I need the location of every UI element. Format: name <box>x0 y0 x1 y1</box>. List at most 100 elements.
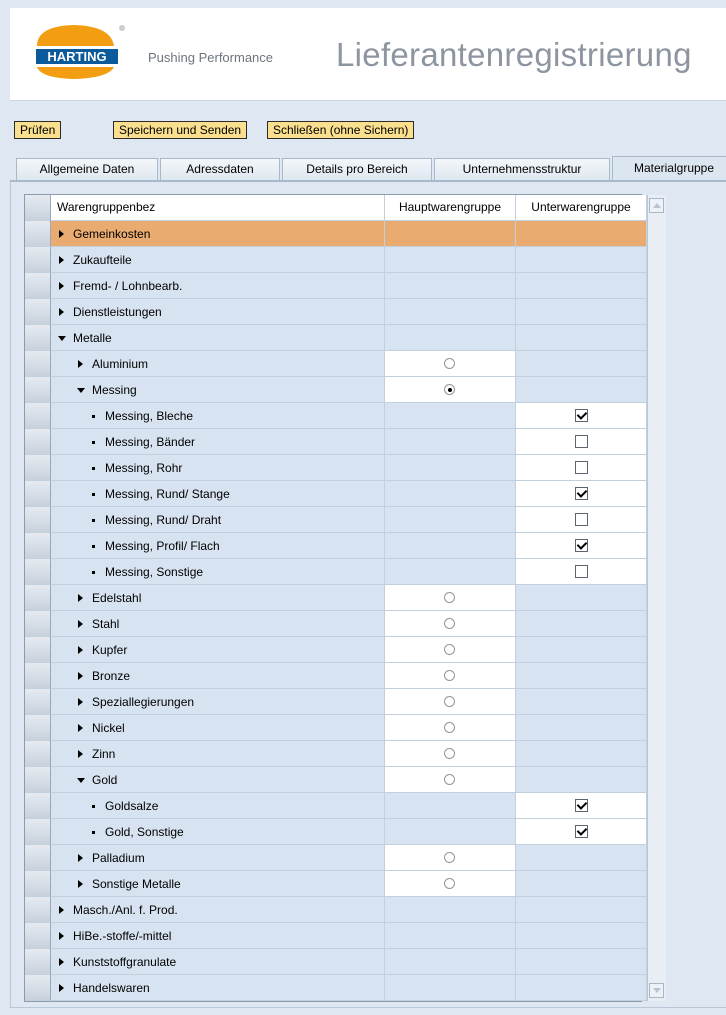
expand-icon[interactable] <box>59 308 64 316</box>
table-row[interactable]: Goldsalze <box>25 793 647 819</box>
row-selector[interactable] <box>25 273 51 299</box>
row-selector[interactable] <box>25 611 51 637</box>
table-row[interactable]: Messing, Profil/ Flach <box>25 533 647 559</box>
row-selector[interactable] <box>25 559 51 585</box>
unterwarengruppe-checkbox[interactable] <box>575 409 588 422</box>
expand-icon[interactable] <box>59 230 64 238</box>
table-row[interactable]: Kunststoffgranulate <box>25 949 647 975</box>
table-row[interactable]: Messing, Rund/ Draht <box>25 507 647 533</box>
unterwarengruppe-checkbox[interactable] <box>575 539 588 552</box>
row-selector[interactable] <box>25 949 51 975</box>
row-selector[interactable] <box>25 403 51 429</box>
row-selector[interactable] <box>25 351 51 377</box>
row-selector[interactable] <box>25 325 51 351</box>
row-selector[interactable] <box>25 871 51 897</box>
header-unterwarengruppe[interactable]: Unterwarengruppe <box>516 195 647 221</box>
expand-icon[interactable] <box>78 854 83 862</box>
table-row[interactable]: Zinn <box>25 741 647 767</box>
vertical-scrollbar[interactable] <box>647 195 666 1001</box>
table-row[interactable]: Handelswaren <box>25 975 647 1001</box>
header-warengruppenbez[interactable]: Warengruppenbez <box>51 195 385 221</box>
table-row[interactable]: Dienstleistungen <box>25 299 647 325</box>
row-selector[interactable] <box>25 975 51 1001</box>
row-selector[interactable] <box>25 793 51 819</box>
unterwarengruppe-checkbox[interactable] <box>575 461 588 474</box>
hauptwarengruppe-radio[interactable] <box>444 878 455 889</box>
expand-icon[interactable] <box>59 958 64 966</box>
tab-material-group[interactable]: Materialgruppe <box>612 156 726 180</box>
table-row[interactable]: Sonstige Metalle <box>25 871 647 897</box>
table-row[interactable]: Gold <box>25 767 647 793</box>
unterwarengruppe-checkbox[interactable] <box>575 513 588 526</box>
tab-general-data[interactable]: Allgemeine Daten <box>16 158 158 180</box>
table-row[interactable]: Fremd- / Lohnbearb. <box>25 273 647 299</box>
row-selector[interactable] <box>25 741 51 767</box>
table-row[interactable]: HiBe.-stoffe/-mittel <box>25 923 647 949</box>
row-selector[interactable] <box>25 533 51 559</box>
expand-icon[interactable] <box>78 594 83 602</box>
table-row[interactable]: Messing, Bänder <box>25 429 647 455</box>
row-selector[interactable] <box>25 429 51 455</box>
hauptwarengruppe-radio[interactable] <box>444 358 455 369</box>
scroll-up-icon[interactable] <box>649 198 664 213</box>
table-row[interactable]: Masch./Anl. f. Prod. <box>25 897 647 923</box>
expand-icon[interactable] <box>59 984 64 992</box>
row-selector[interactable] <box>25 715 51 741</box>
hauptwarengruppe-radio[interactable] <box>444 670 455 681</box>
table-row[interactable]: Bronze <box>25 663 647 689</box>
expand-icon[interactable] <box>78 620 83 628</box>
header-hauptwarengruppe[interactable]: Hauptwarengruppe <box>385 195 516 221</box>
unterwarengruppe-checkbox[interactable] <box>575 825 588 838</box>
table-row[interactable]: Messing, Sonstige <box>25 559 647 585</box>
table-row[interactable]: Metalle <box>25 325 647 351</box>
row-selector[interactable] <box>25 299 51 325</box>
table-row[interactable]: Stahl <box>25 611 647 637</box>
table-row[interactable]: Edelstahl <box>25 585 647 611</box>
row-selector[interactable] <box>25 819 51 845</box>
unterwarengruppe-checkbox[interactable] <box>575 799 588 812</box>
hauptwarengruppe-radio[interactable] <box>444 644 455 655</box>
hauptwarengruppe-radio[interactable] <box>444 852 455 863</box>
table-row[interactable]: Speziallegierungen <box>25 689 647 715</box>
hauptwarengruppe-radio[interactable] <box>444 592 455 603</box>
row-selector[interactable] <box>25 663 51 689</box>
hauptwarengruppe-radio[interactable] <box>444 748 455 759</box>
collapse-icon[interactable] <box>77 388 85 393</box>
table-row[interactable]: Messing, Bleche <box>25 403 647 429</box>
tab-area-details[interactable]: Details pro Bereich <box>282 158 432 180</box>
row-selector[interactable] <box>25 923 51 949</box>
tab-address-data[interactable]: Adressdaten <box>160 158 280 180</box>
row-selector[interactable] <box>25 377 51 403</box>
table-row[interactable]: Palladium <box>25 845 647 871</box>
row-selector[interactable] <box>25 247 51 273</box>
expand-icon[interactable] <box>78 698 83 706</box>
close-without-save-button[interactable]: Schließen (ohne Sichern) <box>267 121 415 139</box>
row-selector[interactable] <box>25 897 51 923</box>
table-row[interactable]: Zukaufteile <box>25 247 647 273</box>
table-row[interactable]: Messing <box>25 377 647 403</box>
expand-icon[interactable] <box>78 672 83 680</box>
table-row[interactable]: Gemeinkosten <box>25 221 647 247</box>
unterwarengruppe-checkbox[interactable] <box>575 565 588 578</box>
expand-icon[interactable] <box>59 256 64 264</box>
check-button[interactable]: Prüfen <box>14 121 62 139</box>
row-selector[interactable] <box>25 221 51 247</box>
hauptwarengruppe-radio[interactable] <box>444 774 455 785</box>
expand-icon[interactable] <box>78 360 83 368</box>
collapse-icon[interactable] <box>58 336 66 341</box>
expand-icon[interactable] <box>78 646 83 654</box>
save-send-button[interactable]: Speichern und Senden <box>113 121 248 139</box>
hauptwarengruppe-radio[interactable] <box>444 384 455 395</box>
expand-icon[interactable] <box>59 906 64 914</box>
row-selector[interactable] <box>25 845 51 871</box>
scroll-down-icon[interactable] <box>649 983 664 998</box>
expand-icon[interactable] <box>78 750 83 758</box>
table-row[interactable]: Aluminium <box>25 351 647 377</box>
expand-icon[interactable] <box>59 282 64 290</box>
hauptwarengruppe-radio[interactable] <box>444 696 455 707</box>
hauptwarengruppe-radio[interactable] <box>444 618 455 629</box>
expand-icon[interactable] <box>78 724 83 732</box>
expand-icon[interactable] <box>59 932 64 940</box>
unterwarengruppe-checkbox[interactable] <box>575 487 588 500</box>
row-selector[interactable] <box>25 767 51 793</box>
